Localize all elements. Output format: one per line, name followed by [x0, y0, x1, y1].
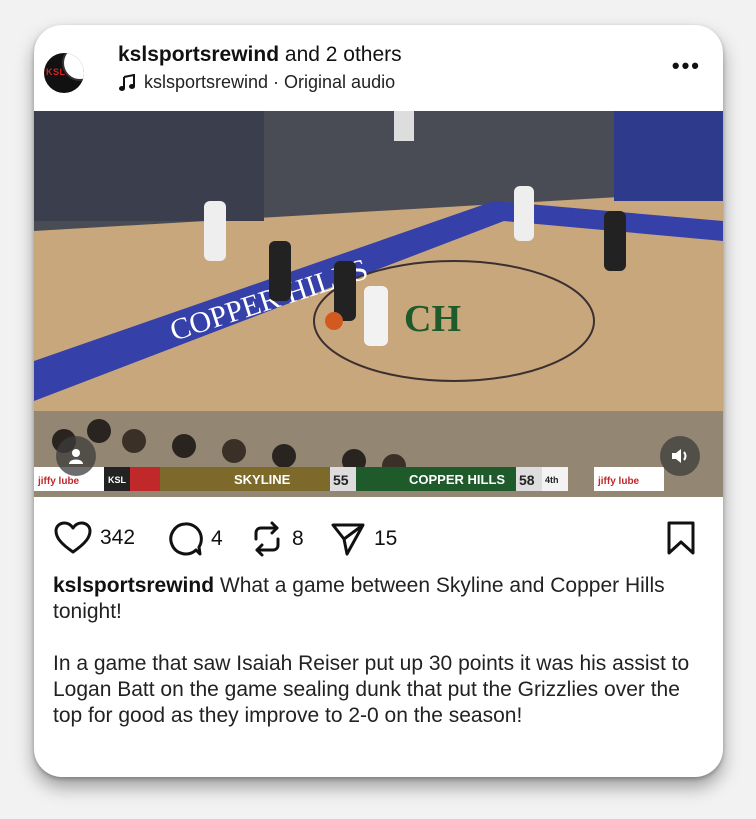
- court-logo: CH: [404, 298, 461, 340]
- caption-text-2: In a game that saw Isaiah Reiser put up …: [53, 652, 690, 727]
- heart-icon: [54, 521, 92, 554]
- music-note-icon: [119, 73, 135, 91]
- comment-icon: [169, 522, 203, 556]
- like-button[interactable]: 342: [54, 521, 135, 555]
- repost-count: 8: [292, 527, 304, 550]
- svg-text:jiffy lube: jiffy lube: [597, 476, 640, 487]
- caption-author[interactable]: kslsportsrewind: [53, 574, 214, 597]
- comment-button[interactable]: 4: [167, 521, 223, 557]
- user-tag-icon[interactable]: [56, 436, 96, 476]
- svg-text:jiffy lube: jiffy lube: [37, 476, 80, 487]
- audio-row[interactable]: kslsportsrewind · Original audio: [118, 72, 395, 93]
- svg-text:58: 58: [519, 472, 535, 488]
- post-caption: kslsportsrewind What a game between Skyl…: [53, 573, 703, 755]
- share-count: 15: [374, 527, 398, 550]
- coauthors-label[interactable]: and 2 others: [285, 43, 402, 66]
- avatar-logo-text: KSL: [46, 67, 66, 77]
- svg-text:COPPER HILLS: COPPER HILLS: [409, 472, 505, 487]
- video-player[interactable]: COPPER HILLS CH jiffy lube KSL SKYLINE 5…: [34, 111, 723, 497]
- send-icon: [331, 523, 365, 556]
- like-count: 342: [100, 526, 136, 549]
- comment-count: 4: [211, 527, 223, 550]
- bookmark-icon: [667, 521, 695, 555]
- author-name[interactable]: kslsportsrewind: [118, 43, 279, 66]
- svg-text:KSL: KSL: [108, 475, 127, 485]
- post-title: kslsportsrewind and 2 others: [118, 43, 402, 67]
- save-button[interactable]: [666, 521, 696, 555]
- post-card: KSL kslsportsrewind and 2 others kslspor…: [34, 25, 723, 777]
- action-bar: 342 4 8 15: [34, 497, 723, 577]
- post-header: KSL kslsportsrewind and 2 others kslspor…: [34, 25, 723, 111]
- svg-text:SKYLINE: SKYLINE: [234, 472, 291, 487]
- svg-text:55: 55: [333, 472, 349, 488]
- audio-label: kslsportsrewind · Original audio: [144, 72, 396, 92]
- video-frame: COPPER HILLS CH jiffy lube KSL SKYLINE 5…: [34, 111, 723, 497]
- avatar[interactable]: KSL: [44, 53, 84, 93]
- repost-icon: [254, 521, 280, 557]
- volume-icon[interactable]: [660, 436, 700, 476]
- repost-button[interactable]: 8: [250, 521, 304, 557]
- caption-first-paragraph: kslsportsrewind What a game between Skyl…: [53, 573, 703, 625]
- svg-text:4th: 4th: [545, 475, 559, 485]
- share-button[interactable]: 15: [330, 521, 397, 557]
- more-horizontal-icon[interactable]: •••: [672, 53, 701, 79]
